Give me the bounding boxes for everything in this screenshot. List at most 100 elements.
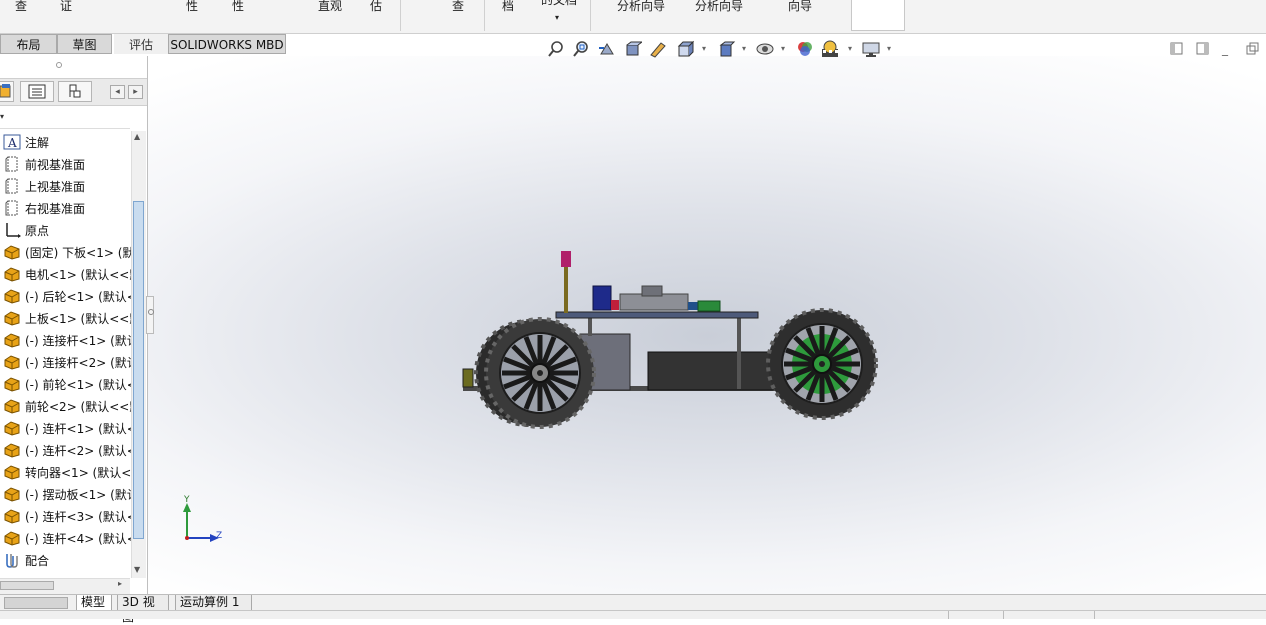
tree-item-top-plane[interactable]: 上视基准面	[0, 175, 131, 197]
standoff-column[interactable]	[737, 314, 741, 389]
part-icon	[4, 377, 20, 392]
ribbon-label[interactable]: 性	[232, 0, 244, 14]
svg-text:A: A	[7, 136, 17, 150]
ribbon-label[interactable]: 分析向导	[695, 0, 743, 14]
chevron-down-icon[interactable]: ▾	[887, 44, 891, 53]
chevron-down-icon[interactable]: ▾	[742, 44, 746, 53]
sensor-head[interactable]	[561, 251, 571, 267]
tree-item-component[interactable]: 电机<1> (默认<<默	[0, 263, 131, 285]
tree-item-component[interactable]: (-) 连杆<2> (默认<	[0, 439, 131, 461]
scroll-right-icon[interactable]: ▸	[118, 579, 122, 588]
tree-horizontal-scrollbar[interactable]: ▸	[0, 578, 130, 594]
tree-item-component[interactable]: (固定) 下板<1> (默认	[0, 241, 131, 263]
ribbon-label[interactable]: 分析向导	[617, 0, 665, 14]
ribbon-label[interactable]: 向导	[788, 0, 812, 14]
front-wheel-assembly[interactable]	[474, 317, 596, 429]
tree-item-component[interactable]: 上板<1> (默认<<默	[0, 307, 131, 329]
chevron-down-icon[interactable]: ▾	[848, 44, 852, 53]
tab-evaluate[interactable]: 评估	[114, 34, 168, 54]
ribbon-label[interactable]: 查	[452, 0, 464, 14]
scroll-up-icon[interactable]: ▲	[134, 132, 140, 141]
tree-item-front-plane[interactable]: 前视基准面	[0, 153, 131, 175]
assembly-model[interactable]	[148, 56, 1266, 594]
tree-item-component[interactable]: (-) 连杆<1> (默认<	[0, 417, 131, 439]
tab-scroll-right-icon[interactable]: ▸	[128, 85, 143, 99]
edit-appearance-icon[interactable]	[796, 40, 814, 58]
hide-show-items-icon[interactable]	[756, 40, 774, 58]
tab-motion-study[interactable]: 运动算例 1	[175, 595, 252, 611]
ribbon-label[interactable]: 档	[502, 0, 514, 14]
section-view-icon[interactable]	[624, 40, 642, 58]
property-list-icon	[28, 84, 46, 99]
part-icon	[4, 289, 20, 304]
tree-item-component[interactable]: (-) 连杆<3> (默认<	[0, 505, 131, 527]
tree-item-component[interactable]: 转向器<1> (默认<<	[0, 461, 131, 483]
chevron-down-icon[interactable]: ▾	[555, 13, 559, 22]
ribbon-separator	[400, 0, 401, 31]
tab-configuration-manager[interactable]	[58, 81, 92, 102]
chevron-down-icon[interactable]: ▾	[702, 44, 706, 53]
tree-item-origin[interactable]: 原点	[0, 219, 131, 241]
front-bracket[interactable]	[462, 368, 474, 388]
tab-model[interactable]: 模型	[76, 595, 112, 611]
servo-top[interactable]	[641, 285, 663, 297]
module-red[interactable]	[611, 300, 619, 310]
tree-item-component[interactable]: (-) 连杆<4> (默认<	[0, 527, 131, 549]
part-icon	[4, 245, 20, 260]
ribbon-label[interactable]: 性	[186, 0, 198, 14]
feature-tree-icon	[0, 84, 11, 98]
tab-scroll-left-icon[interactable]: ◂	[110, 85, 125, 99]
board-green[interactable]	[697, 300, 721, 312]
ribbon-label[interactable]: 的文档	[541, 0, 577, 8]
upper-plate[interactable]	[555, 311, 759, 319]
chevron-down-icon[interactable]: ▾	[0, 112, 4, 121]
tab-feature-manager[interactable]	[0, 81, 14, 102]
ribbon-label[interactable]: 估	[370, 0, 382, 14]
scroll-down-icon[interactable]: ▼	[134, 565, 140, 574]
part-icon	[4, 487, 20, 502]
panel-grip-icon[interactable]	[56, 62, 62, 68]
chevron-down-icon[interactable]: ▾	[781, 44, 785, 53]
minimize-icon[interactable]: _	[1222, 42, 1228, 56]
tree-item-component[interactable]: (-) 连接杆<1> (默认	[0, 329, 131, 351]
graphics-viewport[interactable]: Y Z	[148, 56, 1266, 594]
tree-item-annotations[interactable]: A 注解	[0, 131, 131, 153]
tree-scroll-thumb[interactable]	[133, 201, 144, 539]
tree-item-component[interactable]: 前轮<2> (默认<<默	[0, 395, 131, 417]
view-orientation-icon[interactable]	[676, 40, 694, 58]
tab-nav-buttons[interactable]	[4, 597, 68, 609]
ribbon-label[interactable]: 查	[15, 0, 27, 14]
tile-right-icon[interactable]	[1196, 42, 1209, 55]
tree-item-component[interactable]: (-) 后轮<1> (默认<<	[0, 285, 131, 307]
tree-filter-row[interactable]: ▾	[0, 108, 130, 129]
rear-wheel-assembly[interactable]	[766, 308, 878, 420]
tab-3d-view[interactable]: 3D 视图	[117, 595, 169, 624]
dynamic-annotation-icon[interactable]	[649, 40, 667, 58]
ribbon-label[interactable]: 证	[60, 0, 72, 14]
ribbon-label[interactable]: 直观	[318, 0, 342, 14]
tab-sketch[interactable]: 草图	[57, 34, 112, 54]
tab-solidworks-mbd[interactable]: SOLIDWORKS MBD	[168, 34, 286, 54]
tree-item-mates[interactable]: 配合	[0, 549, 131, 571]
tree-item-component[interactable]: (-) 摆动板<1> (默认	[0, 483, 131, 505]
part-icon	[4, 399, 20, 414]
apply-scene-icon[interactable]	[821, 40, 839, 58]
battery-box[interactable]	[647, 351, 774, 391]
zoom-area-icon[interactable]	[572, 40, 590, 58]
panel-splitter-handle[interactable]	[146, 296, 154, 334]
tree-item-component[interactable]: (-) 连接杆<2> (默认	[0, 351, 131, 373]
tree-item-partial[interactable]	[0, 571, 131, 578]
display-style-icon[interactable]	[718, 40, 736, 58]
tree-item-right-plane[interactable]: 右视基准面	[0, 197, 131, 219]
previous-view-icon[interactable]	[598, 40, 616, 58]
tab-property-manager[interactable]	[20, 81, 54, 102]
tree-item-component[interactable]: (-) 前轮<1> (默认<	[0, 373, 131, 395]
tile-left-icon[interactable]	[1170, 42, 1183, 55]
module-blue[interactable]	[592, 285, 612, 311]
restore-icon[interactable]	[1246, 42, 1259, 55]
command-ribbon: 查 证 性 性 直观 估 查 档 的文档 ▾ 分析向导 分析向导 向导	[0, 0, 1266, 34]
view-settings-icon[interactable]	[862, 40, 880, 58]
hscroll-thumb[interactable]	[0, 581, 54, 590]
zoom-to-fit-icon[interactable]	[547, 40, 565, 58]
tab-layout[interactable]: 布局	[0, 34, 57, 54]
